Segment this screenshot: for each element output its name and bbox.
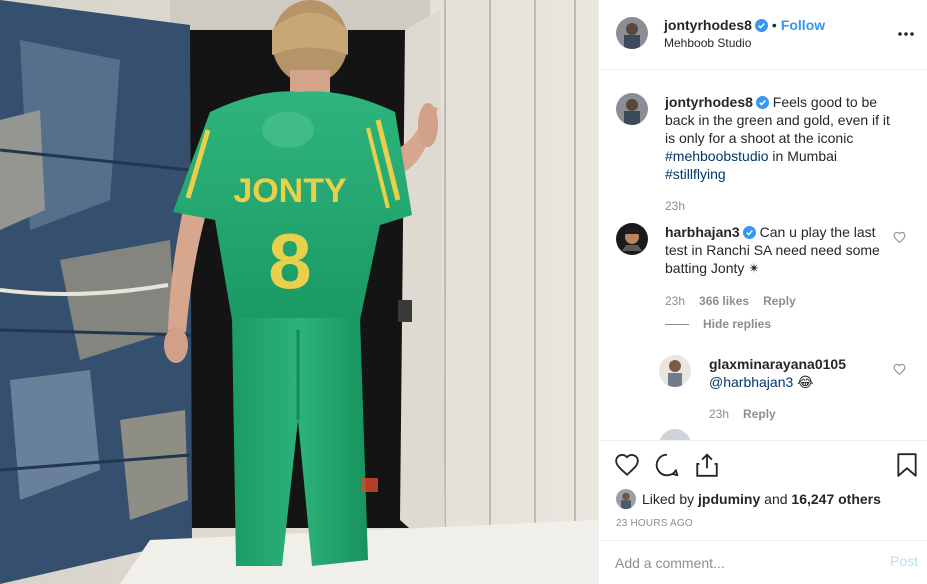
- caption-author-avatar[interactable]: [616, 93, 648, 125]
- like-reply-heart-icon[interactable]: [893, 363, 906, 376]
- liked-by-joiner: and: [764, 491, 788, 507]
- location-link[interactable]: Mehboob Studio: [664, 36, 751, 50]
- comment-time[interactable]: 23h: [665, 294, 685, 308]
- verified-badge-icon: [754, 19, 768, 32]
- comment-bubble-icon[interactable]: [654, 452, 680, 478]
- comment-text: harbhajan3 Can u play the last test in R…: [665, 223, 891, 277]
- likes-others-count[interactable]: 16,247 others: [791, 491, 881, 507]
- author-avatar[interactable]: [616, 17, 648, 49]
- verified-badge-icon: [755, 96, 769, 109]
- reply-emoji: 😂: [797, 374, 814, 390]
- commenter-avatar[interactable]: [616, 223, 648, 255]
- like-heart-icon[interactable]: [614, 452, 640, 478]
- hide-replies-button[interactable]: Hide replies: [665, 317, 771, 331]
- replier-username[interactable]: glaxminarayana0105: [709, 356, 846, 372]
- post-header: jontyrhodes8 • Follow Mehboob Studio: [599, 0, 927, 70]
- caption-username[interactable]: jontyrhodes8: [665, 94, 753, 110]
- post-actions: Liked by jpduminy and 16,247 others 23 H…: [599, 440, 927, 540]
- liked-by-prefix: Liked by: [642, 491, 695, 507]
- post-photo[interactable]: JONTY 8: [0, 0, 598, 584]
- verified-badge-icon: [742, 226, 756, 239]
- comment-input[interactable]: [615, 553, 865, 573]
- reply-time[interactable]: 23h: [709, 407, 729, 421]
- liker-username[interactable]: jpduminy: [698, 491, 760, 507]
- author-line: jontyrhodes8 • Follow: [664, 17, 825, 33]
- follow-separator: •: [771, 17, 777, 33]
- caption-text: jontyrhodes8 Feels good to be back in th…: [665, 93, 891, 183]
- reply-button[interactable]: Reply: [763, 294, 796, 308]
- hide-replies-label: Hide replies: [703, 317, 772, 331]
- add-comment-bar: Post: [599, 540, 927, 584]
- more-options-icon[interactable]: [896, 24, 916, 44]
- hashtag-mehboobstudio[interactable]: #mehboobstudio: [665, 148, 769, 164]
- hashtag-stillflying[interactable]: #stillflying: [665, 166, 726, 182]
- comments-list[interactable]: jontyrhodes8 Feels good to be back in th…: [599, 71, 927, 440]
- jersey-name-text: JONTY: [233, 172, 347, 210]
- reply-to-reply-button[interactable]: Reply: [743, 407, 776, 421]
- post-side-panel: jontyrhodes8 • Follow Mehboob Studio jonty…: [598, 0, 927, 584]
- hide-replies-line: [665, 324, 689, 326]
- caption-time[interactable]: 23h: [665, 199, 685, 213]
- caption-meta: 23h: [665, 199, 699, 213]
- post-image: JONTY 8: [0, 0, 598, 584]
- like-comment-heart-icon[interactable]: [893, 231, 906, 244]
- comment-likes-count[interactable]: 366 likes: [699, 294, 749, 308]
- share-icon[interactable]: [694, 452, 720, 478]
- follow-button[interactable]: Follow: [781, 17, 825, 33]
- author-username[interactable]: jontyrhodes8: [664, 17, 752, 33]
- liker-avatar[interactable]: [616, 489, 636, 509]
- reply-mention[interactable]: @harbhajan3: [709, 374, 793, 390]
- post-timestamp[interactable]: 23 HOURS AGO: [616, 518, 693, 529]
- reply-meta: 23h Reply: [709, 407, 790, 421]
- replier-avatar[interactable]: [659, 355, 691, 387]
- commenter-username[interactable]: harbhajan3: [665, 224, 740, 240]
- bookmark-icon[interactable]: [894, 452, 920, 478]
- comment-meta: 23h 366 likes Reply: [665, 294, 810, 308]
- next-reply-avatar[interactable]: [659, 429, 691, 440]
- jersey-number-text: 8: [268, 217, 311, 305]
- liked-by-line: Liked by jpduminy and 16,247 others: [616, 489, 881, 509]
- post-comment-button[interactable]: Post: [890, 553, 918, 569]
- reply-text: glaxminarayana0105 @harbhajan3 😂: [709, 355, 889, 391]
- caption-text-part2: in Mumbai: [768, 148, 837, 164]
